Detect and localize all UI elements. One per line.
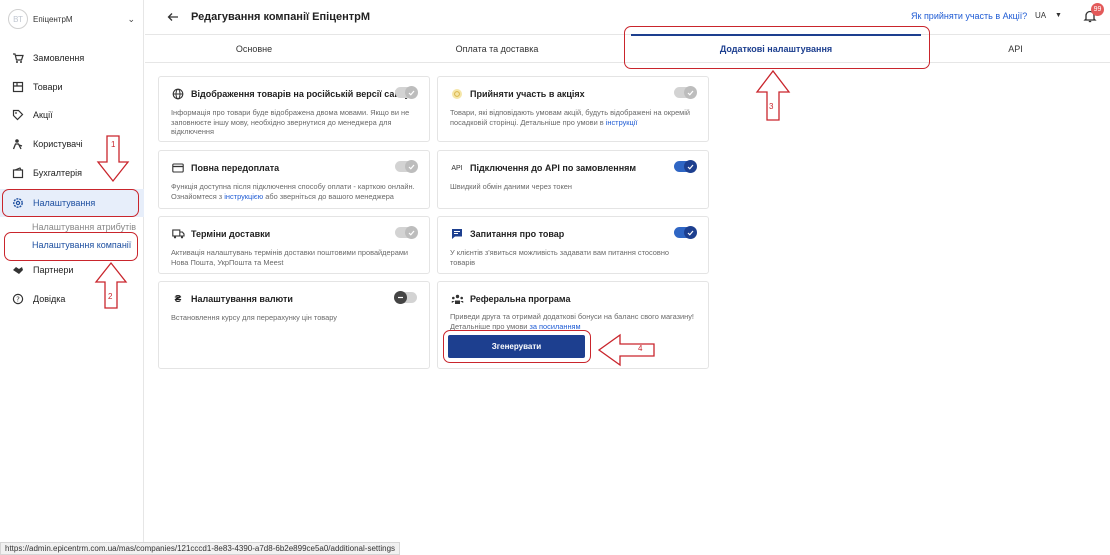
card-title: Повна передоплата xyxy=(191,163,280,173)
sun-badge-icon xyxy=(450,87,464,101)
sidebar-item-label: Товари xyxy=(33,82,63,92)
card-russian-version: Відображення товарів на російській версі… xyxy=(158,76,430,142)
annotation-box-tab xyxy=(624,26,930,69)
annotation-number-2: 2 xyxy=(108,292,113,301)
card-delivery-terms: Терміни доставки Активація налаштувань т… xyxy=(158,216,430,274)
product-questions-toggle[interactable] xyxy=(674,226,697,239)
api-orders-toggle[interactable] xyxy=(674,160,697,173)
annotation-arrow-up-3 xyxy=(755,69,791,121)
wallet-icon xyxy=(10,165,26,181)
card-description: Встановлення курсу для перерахунку цін т… xyxy=(171,313,337,322)
card-description: Інформація про товари буде відображена д… xyxy=(171,108,410,136)
annotation-arrow-left-4 xyxy=(597,333,655,367)
annotation-number-1: 1 xyxy=(111,140,116,149)
sidebar-item-label: Замовлення xyxy=(33,53,85,63)
card-full-prepayment: Повна передоплата Функція доступна після… xyxy=(158,150,430,209)
tab-api[interactable]: API xyxy=(921,35,1110,63)
browser-status-url: https://admin.epicentrm.com.ua/mas/compa… xyxy=(0,542,401,555)
box-icon xyxy=(10,79,26,95)
card-title: Підключення до API по замовленням xyxy=(470,163,637,173)
promotions-toggle[interactable] xyxy=(674,86,697,99)
annotation-arrow-up-2 xyxy=(94,261,128,309)
cart-icon xyxy=(10,50,26,66)
sidebar-item-label: Користувачі xyxy=(33,139,83,149)
truck-icon xyxy=(171,227,185,241)
card-title: Прийняти участь в акціях xyxy=(470,89,585,99)
globe-icon xyxy=(171,87,185,101)
card-title: Налаштування валюти xyxy=(191,294,293,304)
card-description: Товари, які відповідають умовам акцій, б… xyxy=(450,108,691,127)
avatar: ВТ xyxy=(8,9,28,29)
sidebar-item-label: Довідка xyxy=(33,294,66,304)
card-title: Відображення товарів на російській версі… xyxy=(191,89,410,99)
promo-help-link[interactable]: Як прийняти участь в Акції? xyxy=(911,11,1027,21)
back-arrow-icon[interactable] xyxy=(165,9,181,25)
company-switcher[interactable]: ВТ ЕпіцентрМ ⌄ xyxy=(0,0,143,38)
card-title: Реферальна програма xyxy=(470,294,571,304)
annotation-number-4: 4 xyxy=(638,344,643,353)
page-title: Редагування компанії ЕпіцентрМ xyxy=(191,11,370,23)
referral-people-icon xyxy=(450,292,464,306)
currency-settings-toggle[interactable] xyxy=(394,291,417,304)
card-description: Швидкий обмін даними через токен xyxy=(450,182,572,191)
card-title: Терміни доставки xyxy=(191,229,271,239)
full-prepayment-toggle[interactable] xyxy=(395,160,418,173)
notification-badge: 99 xyxy=(1091,3,1104,16)
sidebar-item-label: Партнери xyxy=(33,265,74,275)
hryvnia-icon: ₴ xyxy=(174,293,182,305)
annotation-box-company xyxy=(4,232,138,261)
help-icon: ? xyxy=(10,291,26,307)
card-promotions: Прийняти участь в акціях Товари, які від… xyxy=(437,76,709,142)
sidebar-item-label: Акції xyxy=(33,110,53,120)
russian-version-toggle[interactable] xyxy=(395,86,418,99)
card-description: Функція доступна після підключення спосо… xyxy=(171,182,415,201)
annotation-box-generate xyxy=(443,330,591,363)
card-description: Приведи друга та отримай додаткові бонус… xyxy=(450,312,694,331)
sidebar-item-label: Бухгалтерія xyxy=(33,168,82,178)
instruction-link[interactable]: інструкцією xyxy=(224,192,263,201)
card-description: У клієнтів з'явиться можливість задавати… xyxy=(450,248,670,267)
annotation-number-3: 3 xyxy=(769,102,774,111)
company-name: ЕпіцентрМ xyxy=(33,14,73,24)
card-currency-settings: ₴ Налаштування валюти Встановлення курсу… xyxy=(158,281,430,369)
percent-tag-icon xyxy=(10,107,26,123)
tab-main[interactable]: Основне xyxy=(145,35,363,63)
card-api-orders: API Підключення до API по замовленням Шв… xyxy=(437,150,709,209)
sidebar-subitem-attributes[interactable]: Налаштування атрибутів xyxy=(32,222,136,232)
tab-payment-delivery[interactable]: Оплата та доставка xyxy=(363,35,631,63)
chevron-down-icon[interactable]: ⌄ xyxy=(127,14,135,25)
api-icon: API xyxy=(451,164,463,172)
sidebar-item-promotions[interactable]: Акції xyxy=(0,101,144,129)
handshake-icon xyxy=(10,262,26,278)
sidebar-item-products[interactable]: Товари xyxy=(0,73,144,101)
credit-card-icon xyxy=(171,161,185,175)
sidebar-item-orders[interactable]: Замовлення xyxy=(0,44,144,72)
users-icon xyxy=(10,136,26,152)
annotation-box-settings xyxy=(2,189,139,217)
svg-text:?: ? xyxy=(16,296,20,304)
language-select[interactable]: UA xyxy=(1035,11,1046,20)
chat-icon xyxy=(450,227,464,241)
delivery-terms-toggle[interactable] xyxy=(395,226,418,239)
card-title: Запитання про товар xyxy=(470,229,565,239)
instruction-link[interactable]: інструкції xyxy=(606,118,638,127)
caret-down-icon[interactable]: ▼ xyxy=(1055,12,1062,19)
card-product-questions: Запитання про товар У клієнтів з'явиться… xyxy=(437,216,709,274)
card-description: Активація налаштувань термінів доставки … xyxy=(171,248,409,267)
